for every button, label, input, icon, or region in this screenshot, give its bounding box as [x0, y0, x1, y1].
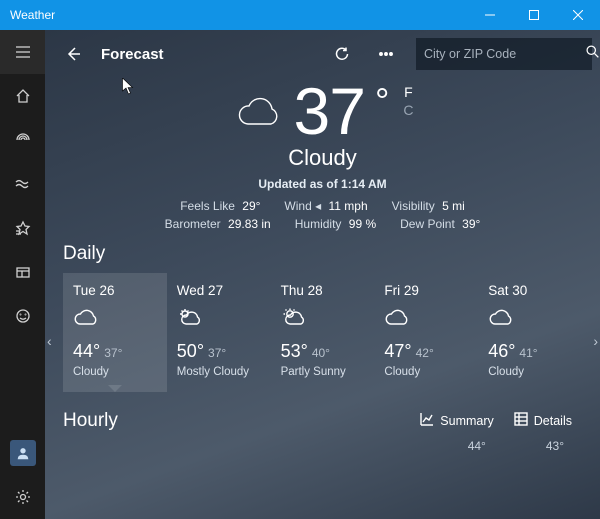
stat-item: Feels Like 29° [180, 199, 260, 213]
current-conditions: 37 ° F C Cloudy Updated as of 1:14 AM Fe… [45, 78, 600, 231]
cloud-icon [73, 306, 157, 333]
mostly-cloudy-icon [177, 306, 261, 333]
minimize-button[interactable] [468, 0, 512, 30]
sidebar [0, 30, 45, 519]
partly-sunny-icon [281, 306, 365, 333]
sidebar-item-maps[interactable] [0, 162, 45, 206]
topbar: Forecast [45, 30, 600, 78]
chart-icon [420, 412, 434, 429]
current-stats: Feels Like 29° Wind ◂ 11 mph Visibility 5 … [45, 199, 600, 231]
cloud-icon [488, 306, 572, 333]
sidebar-item-favorites[interactable] [0, 206, 45, 250]
hourly-temp: 44° [468, 439, 486, 453]
stat-item: Dew Point 39° [400, 217, 480, 231]
day-name: Tue 26 [73, 283, 157, 298]
sidebar-item-history[interactable] [0, 250, 45, 294]
daily-card[interactable]: Thu 28 53° 40° Partly Sunny [271, 273, 375, 392]
maximize-button[interactable] [512, 0, 556, 30]
back-button[interactable] [53, 34, 93, 74]
day-name: Wed 27 [177, 283, 261, 298]
day-high: 46° [488, 341, 515, 361]
day-name: Sat 30 [488, 283, 572, 298]
daily-card[interactable]: Wed 27 50° 37° Mostly Cloudy [167, 273, 271, 392]
day-low: 37° [208, 346, 226, 360]
hourly-temp: 43° [546, 439, 564, 453]
cloud-icon [232, 78, 284, 147]
sidebar-item-feedback[interactable] [0, 294, 45, 338]
sidebar-item-home[interactable] [0, 74, 45, 118]
day-name: Fri 29 [384, 283, 468, 298]
current-temp: 37 [294, 78, 365, 144]
day-low: 37° [104, 346, 122, 360]
avatar-icon [10, 440, 36, 466]
stat-item: Humidity 99 % [295, 217, 376, 231]
day-condition: Cloudy [488, 366, 572, 378]
daily-prev-button[interactable]: ‹ [47, 333, 52, 349]
updated-text: Updated as of 1:14 AM [45, 177, 600, 191]
page-title: Forecast [97, 46, 168, 63]
hourly-peek-temps: 44° 43° [45, 435, 600, 453]
day-low: 42° [416, 346, 434, 360]
day-high: 53° [281, 341, 308, 361]
window-titlebar: Weather [0, 0, 600, 30]
unit-f[interactable]: F [403, 84, 413, 100]
stat-item: Wind ◂ 11 mph [284, 199, 367, 213]
hourly-title: Hourly [63, 410, 118, 432]
daily-forecast: Tue 26 44° 37° Cloudy Wed 27 50° 37° Mostly Clo… [63, 273, 582, 392]
daily-title: Daily [45, 231, 600, 273]
refresh-button[interactable] [322, 34, 362, 74]
list-icon [514, 412, 528, 429]
stat-item: Visibility 5 mi [392, 199, 465, 213]
degree-symbol: ° [375, 80, 389, 122]
sidebar-item-profile[interactable] [0, 431, 45, 475]
daily-card[interactable]: Tue 26 44° 37° Cloudy [63, 273, 167, 392]
day-high: 50° [177, 341, 204, 361]
window-title: Weather [0, 8, 55, 22]
day-name: Thu 28 [281, 283, 365, 298]
unit-c[interactable]: C [403, 102, 413, 118]
day-condition: Mostly Cloudy [177, 366, 261, 378]
stat-item: Barometer 29.83 in [165, 217, 271, 231]
day-condition: Cloudy [384, 366, 468, 378]
main-content: Forecast 37 ° F C Cloudy Updated as [45, 30, 600, 519]
more-button[interactable] [366, 34, 406, 74]
hamburger-button[interactable] [0, 30, 45, 74]
current-condition: Cloudy [45, 145, 600, 171]
day-condition: Partly Sunny [281, 366, 365, 378]
cloud-icon [384, 306, 468, 333]
search-icon [585, 44, 600, 64]
window-controls [468, 0, 600, 30]
hourly-details-button[interactable]: Details [504, 406, 582, 435]
sidebar-item-radar[interactable] [0, 118, 45, 162]
hourly-summary-button[interactable]: Summary [410, 406, 503, 435]
sidebar-item-settings[interactable] [0, 475, 45, 519]
day-low: 40° [312, 346, 330, 360]
daily-card[interactable]: Fri 29 47° 42° Cloudy [374, 273, 478, 392]
close-button[interactable] [556, 0, 600, 30]
search-box[interactable] [416, 38, 592, 70]
day-low: 41° [519, 346, 537, 360]
unit-toggle[interactable]: F C [403, 84, 413, 118]
daily-card[interactable]: Sat 30 46° 41° Cloudy [478, 273, 582, 392]
day-condition: Cloudy [73, 366, 157, 378]
day-high: 47° [384, 341, 411, 361]
search-input[interactable] [424, 47, 585, 61]
daily-next-button[interactable]: › [593, 333, 598, 349]
day-high: 44° [73, 341, 100, 361]
